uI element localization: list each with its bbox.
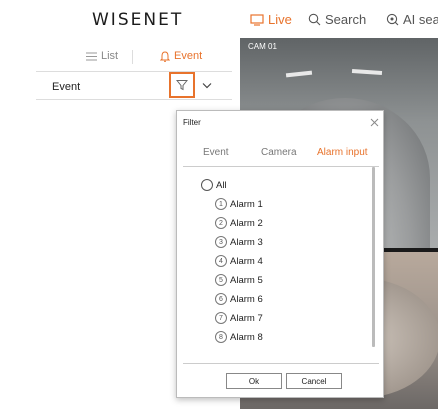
alarm-label: Alarm 7 [230, 312, 263, 324]
alarm-option[interactable]: 3 Alarm 3 [215, 236, 263, 248]
alarm-number-badge: 7 [215, 312, 227, 324]
alarm-option[interactable]: 1 Alarm 1 [215, 198, 263, 210]
dialog-tabs: Event Camera Alarm input [183, 147, 379, 167]
alarm-option[interactable]: 6 Alarm 6 [215, 293, 263, 305]
tab-list-label: List [101, 50, 119, 62]
alarm-option[interactable]: 5 Alarm 5 [215, 274, 263, 286]
dialog-title: Filter [183, 118, 201, 127]
tab-camera-filter[interactable]: Camera [261, 147, 297, 158]
alarm-label: Alarm 4 [230, 255, 263, 267]
event-icon [160, 50, 170, 62]
alarm-number-badge: 3 [215, 236, 227, 248]
alarm-number-badge: 5 [215, 274, 227, 286]
nav-live-label: Live [268, 12, 292, 27]
nav-ai-search-label: AI sear [403, 12, 438, 27]
tab-event-filter[interactable]: Event [203, 147, 229, 158]
event-row-label: Event [52, 81, 81, 93]
search-icon [308, 13, 321, 26]
chevron-down-icon[interactable] [202, 82, 212, 89]
panel-tabs: List Event [36, 46, 232, 72]
dialog-divider [183, 363, 379, 364]
filter-icon [176, 80, 188, 91]
select-all-option[interactable]: All [201, 179, 227, 191]
nav-ai-search[interactable]: AI sear [386, 12, 438, 27]
ai-search-icon [386, 13, 399, 26]
alarm-number-badge: 4 [215, 255, 227, 267]
alarm-label: Alarm 3 [230, 236, 263, 248]
alarm-option[interactable]: 8 Alarm 8 [215, 331, 263, 343]
close-icon[interactable] [367, 115, 381, 129]
tab-alarm-input-filter[interactable]: Alarm input [317, 147, 368, 158]
scrollbar[interactable] [372, 167, 375, 347]
alarm-number-badge: 6 [215, 293, 227, 305]
alarm-label: Alarm 6 [230, 293, 263, 305]
wisenet-logo: WISENET [92, 10, 184, 30]
alarm-option[interactable]: 4 Alarm 4 [215, 255, 263, 267]
camera-label: CAM 01 [248, 42, 277, 51]
tab-event-label: Event [174, 50, 203, 62]
alarm-number-badge: 1 [215, 198, 227, 210]
alarm-option[interactable]: 7 Alarm 7 [215, 312, 263, 324]
list-icon [86, 52, 97, 60]
filter-button[interactable] [169, 72, 195, 98]
alarm-label: Alarm 1 [230, 198, 263, 210]
top-bar: WISENET Live Search AI sear [0, 0, 438, 38]
cancel-button[interactable]: Cancel [286, 373, 342, 389]
alarm-label: Alarm 8 [230, 331, 263, 343]
tab-event[interactable]: Event [160, 50, 202, 62]
radio-button[interactable] [201, 179, 213, 191]
alarm-number-badge: 8 [215, 331, 227, 343]
nav-search[interactable]: Search [308, 12, 366, 27]
alarm-number-badge: 2 [215, 217, 227, 229]
select-all-label: All [216, 179, 227, 191]
alarm-option[interactable]: 2 Alarm 2 [215, 217, 263, 229]
monitor-icon [250, 13, 264, 26]
alarm-label: Alarm 5 [230, 274, 263, 286]
alarm-label: Alarm 2 [230, 217, 263, 229]
ok-button[interactable]: Ok [226, 373, 282, 389]
nav-search-label: Search [325, 12, 367, 27]
tab-separator [132, 50, 133, 64]
tab-list[interactable]: List [86, 50, 118, 62]
nav-live[interactable]: Live [250, 12, 292, 27]
filter-dialog: Filter Event Camera Alarm input All 1 Al… [176, 110, 384, 398]
